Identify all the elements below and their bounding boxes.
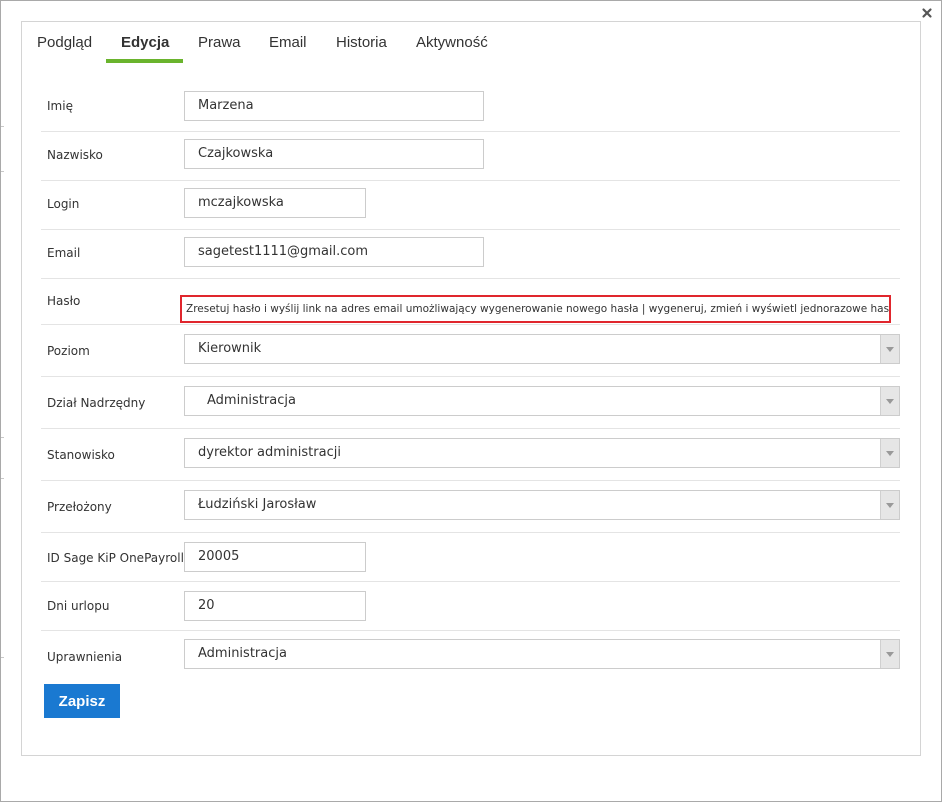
form-row-password: Hasło Zresetuj hasło i wyślij link na ad… xyxy=(41,279,900,325)
first-name-input[interactable]: Marzena xyxy=(184,91,484,121)
password-actions-highlight: Zresetuj hasło i wyślij link na adres em… xyxy=(180,295,891,323)
form-row-vacation-days: Dni urlopu 20 xyxy=(41,582,900,631)
save-button[interactable]: Zapisz xyxy=(44,684,120,718)
generate-password-link[interactable]: wygeneruj, zmień i wyświetl jednorazowe … xyxy=(649,303,889,315)
form-row-supervisor: Przełożony Łudziński Jarosław xyxy=(41,481,900,533)
position-select[interactable]: dyrektor administracji xyxy=(184,438,900,468)
last-name-label: Nazwisko xyxy=(47,148,103,162)
edge-tick xyxy=(1,478,4,479)
parent-department-label: Dział Nadrzędny xyxy=(47,396,146,410)
form-row-first-name: Imię Marzena xyxy=(41,83,900,132)
edge-tick xyxy=(1,657,4,658)
form-row-permissions: Uprawnienia Administracja xyxy=(41,631,900,681)
password-actions-separator: | xyxy=(638,303,649,315)
position-value: dyrektor administracji xyxy=(198,445,341,460)
edge-tick xyxy=(1,126,4,127)
chevron-down-icon[interactable] xyxy=(880,439,899,467)
payroll-id-input[interactable]: 20005 xyxy=(184,542,366,572)
login-input[interactable]: mczajkowska xyxy=(184,188,366,218)
supervisor-label: Przełożony xyxy=(47,500,112,514)
tab-preview[interactable]: Podgląd xyxy=(37,34,92,51)
supervisor-select[interactable]: Łudziński Jarosław xyxy=(184,490,900,520)
supervisor-value: Łudziński Jarosław xyxy=(198,497,317,512)
form-row-level: Poziom Kierownik xyxy=(41,325,900,377)
active-tab-indicator xyxy=(106,59,183,63)
form-row-last-name: Nazwisko Czajkowska xyxy=(41,132,900,181)
email-label: Email xyxy=(47,246,81,260)
level-value: Kierownik xyxy=(198,341,262,356)
permissions-select[interactable]: Administracja xyxy=(184,639,900,669)
permissions-label: Uprawnienia xyxy=(47,650,123,664)
form-row-payroll-id: ID Sage KiP OnePayroll 20005 xyxy=(41,533,900,582)
tab-history[interactable]: Historia xyxy=(336,34,387,51)
parent-department-value: Administracja xyxy=(207,393,296,408)
tab-rights[interactable]: Prawa xyxy=(198,34,241,51)
tab-activity[interactable]: Aktywność xyxy=(416,34,488,51)
edge-tick xyxy=(1,171,4,172)
tab-bar: Podgląd Edycja Prawa Email Historia Akty… xyxy=(22,22,920,63)
chevron-down-icon[interactable] xyxy=(880,640,899,668)
user-edit-panel: Podgląd Edycja Prawa Email Historia Akty… xyxy=(21,21,921,756)
level-label: Poziom xyxy=(47,344,90,358)
login-label: Login xyxy=(47,197,80,211)
reset-password-link[interactable]: Zresetuj hasło i wyślij link na adres em… xyxy=(186,303,639,315)
last-name-input[interactable]: Czajkowska xyxy=(184,139,484,169)
vacation-days-input[interactable]: 20 xyxy=(184,591,366,621)
parent-department-select[interactable]: Administracja xyxy=(184,386,900,416)
position-label: Stanowisko xyxy=(47,448,115,462)
permissions-value: Administracja xyxy=(198,646,287,661)
form-row-login: Login mczajkowska xyxy=(41,181,900,230)
vacation-days-label: Dni urlopu xyxy=(47,599,110,613)
chevron-down-icon[interactable] xyxy=(880,335,899,363)
form-row-email: Email sagetest1111@gmail.com xyxy=(41,230,900,279)
form-row-position: Stanowisko dyrektor administracji xyxy=(41,429,900,481)
level-select[interactable]: Kierownik xyxy=(184,334,900,364)
edge-tick xyxy=(1,437,4,438)
chevron-down-icon[interactable] xyxy=(880,491,899,519)
first-name-label: Imię xyxy=(47,99,73,113)
tab-email[interactable]: Email xyxy=(269,34,307,51)
chevron-down-icon[interactable] xyxy=(880,387,899,415)
form-row-parent-department: Dział Nadrzędny Administracja xyxy=(41,377,900,429)
payroll-id-label: ID Sage KiP OnePayroll xyxy=(47,551,184,565)
password-label: Hasło xyxy=(47,294,81,308)
tab-edit[interactable]: Edycja xyxy=(121,34,169,51)
email-input[interactable]: sagetest1111@gmail.com xyxy=(184,237,484,267)
